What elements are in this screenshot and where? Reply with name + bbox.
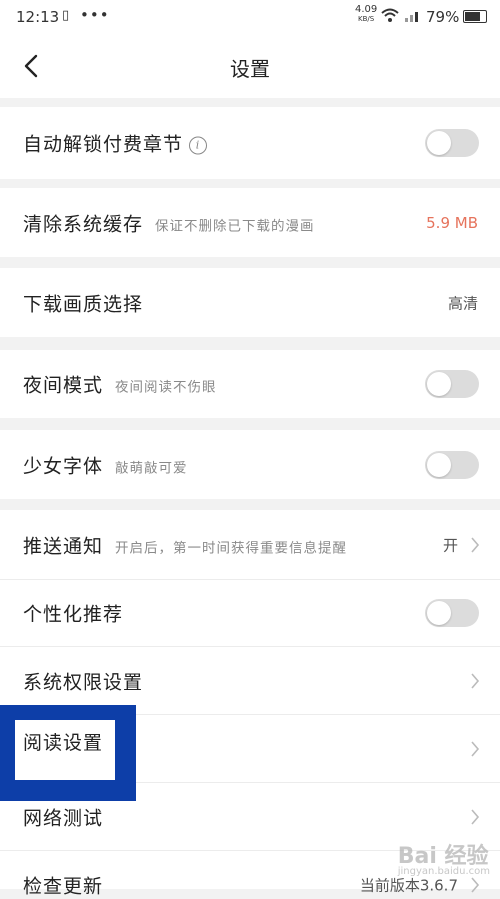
battery-percent: 79% [426, 8, 460, 26]
setting-girl-font[interactable]: 少女字体 敲萌敲可爱 [0, 430, 500, 499]
personalized-toggle[interactable] [425, 599, 479, 627]
vibrate-icon: ▯ [62, 8, 70, 23]
battery-icon [463, 10, 487, 23]
setting-night-mode-label-wrap: 夜间模式 夜间阅读不伤眼 [23, 371, 217, 398]
chevron-right-icon [471, 536, 480, 553]
cache-size-value: 5.9 MB [426, 213, 478, 232]
setting-download-quality[interactable]: 下载画质选择 高清 [0, 268, 500, 337]
highlight-box: 阅读设置 [0, 705, 136, 801]
setting-clear-cache-label: 清除系统缓存 [23, 213, 144, 235]
net-speed-unit: KB/S [358, 15, 375, 23]
setting-night-mode-sub: 夜间阅读不伤眼 [115, 379, 217, 396]
setting-auto-unlock[interactable]: 自动解锁付费章节 i [0, 107, 500, 179]
watermark: Bai 经验 jingyan.baidu.com [398, 838, 490, 877]
app-header: 设置 [0, 34, 500, 98]
setting-personalized[interactable]: 个性化推荐 [0, 580, 500, 646]
setting-push-label-wrap: 推送通知 开启后，第一时间获得重要信息提醒 [23, 531, 347, 558]
wifi-icon [381, 8, 399, 22]
current-version-value: 当前版本3.6.7 [359, 876, 458, 895]
push-value: 开 [442, 536, 458, 554]
setting-download-quality-label: 下载画质选择 [23, 293, 144, 315]
setting-clear-cache-label-wrap: 清除系统缓存 保证不删除已下载的漫画 [23, 209, 315, 236]
watermark-sub: jingyan.baidu.com [397, 866, 490, 877]
setting-girl-font-label: 少女字体 [23, 455, 104, 477]
setting-clear-cache-sub: 保证不删除已下载的漫画 [155, 218, 315, 234]
setting-check-update-label: 检查更新 [23, 875, 104, 898]
setting-auto-unlock-label-wrap: 自动解锁付费章节 i [23, 130, 208, 157]
setting-reading-label[interactable]: 阅读设置 [23, 728, 103, 755]
info-icon[interactable]: i [189, 136, 208, 155]
setting-night-mode[interactable]: 夜间模式 夜间阅读不伤眼 [0, 350, 500, 418]
girl-font-toggle[interactable] [425, 450, 479, 479]
chevron-right-icon [471, 740, 480, 757]
setting-girl-font-label-wrap: 少女字体 敲萌敲可爱 [23, 451, 188, 478]
setting-clear-cache[interactable]: 清除系统缓存 保证不删除已下载的漫画 5.9 MB [0, 188, 500, 257]
setting-push-notifications[interactable]: 推送通知 开启后，第一时间获得重要信息提醒 开 [0, 510, 500, 579]
chevron-right-icon [471, 672, 480, 689]
setting-network-test-label: 网络测试 [23, 807, 104, 829]
net-speed: 4.09 KB/S [355, 5, 377, 24]
setting-permissions-label: 系统权限设置 [23, 671, 144, 693]
signal-icon [405, 12, 418, 22]
setting-auto-unlock-label: 自动解锁付费章节 [23, 133, 184, 156]
chevron-right-icon [471, 877, 480, 893]
setting-push-label: 推送通知 [23, 535, 104, 557]
setting-permissions[interactable]: 系统权限设置 [0, 647, 500, 714]
status-bar: 12:13 ▯ ••• 4.09 KB/S 79% [0, 0, 500, 34]
net-speed-value: 4.09 [355, 4, 378, 15]
page-title: 设置 [230, 57, 270, 81]
setting-girl-font-sub: 敲萌敲可爱 [115, 460, 188, 476]
setting-personalized-label: 个性化推荐 [23, 603, 124, 626]
night-mode-toggle[interactable] [425, 370, 479, 398]
setting-push-sub: 开启后，第一时间获得重要信息提醒 [115, 540, 348, 556]
chevron-right-icon [471, 808, 480, 825]
status-time: 12:13 [16, 8, 60, 26]
more-notifications-icon: ••• [80, 6, 110, 24]
download-quality-value: 高清 [447, 294, 478, 312]
auto-unlock-toggle[interactable] [425, 129, 479, 157]
setting-night-mode-label: 夜间模式 [23, 374, 104, 397]
